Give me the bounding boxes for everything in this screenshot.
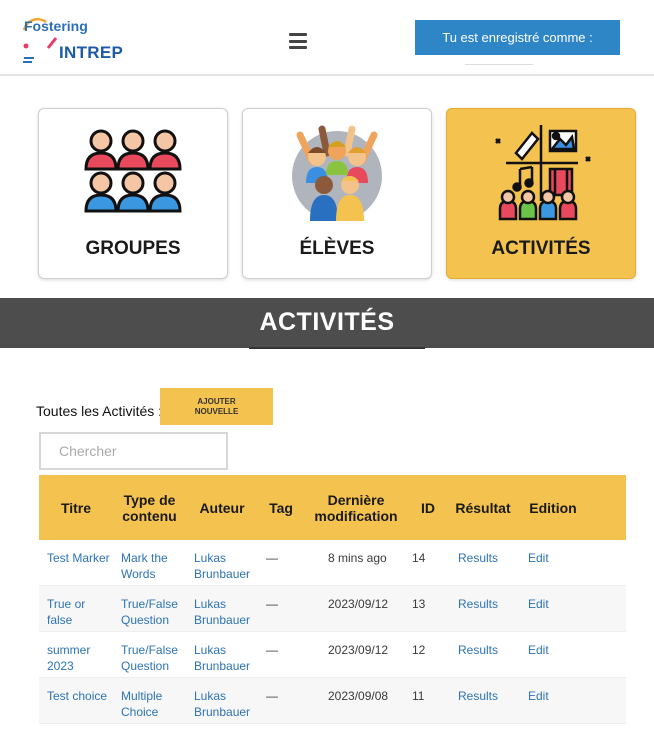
cell-titre[interactable]: summer 2023 bbox=[39, 632, 113, 677]
students-icon bbox=[292, 125, 382, 221]
edit-link[interactable]: Edit bbox=[518, 632, 588, 677]
table-row: Test choice Multiple Choice Lukas Brunba… bbox=[39, 678, 626, 724]
all-activities-label: Toutes les Activités : bbox=[36, 403, 163, 419]
cell-type[interactable]: True/False Question bbox=[113, 586, 186, 631]
card-label-eleves: ÉLÈVES bbox=[299, 238, 375, 259]
cell-auteur[interactable]: Lukas Brunbauer bbox=[186, 678, 258, 723]
section-underline bbox=[249, 347, 425, 349]
header-auteur[interactable]: Auteur bbox=[186, 475, 258, 540]
cell-tag: — bbox=[266, 551, 278, 565]
cell-titre[interactable]: Test choice bbox=[39, 678, 113, 723]
search-input[interactable] bbox=[39, 432, 228, 470]
table-header-row: Titre Type de contenu Auteur Tag Dernièr… bbox=[39, 475, 626, 540]
section-bar: ACTIVITÉS bbox=[0, 298, 654, 348]
cell-titre[interactable]: True or false bbox=[39, 586, 113, 631]
cell-tag: — bbox=[266, 597, 278, 611]
cell-type[interactable]: Multiple Choice bbox=[113, 678, 186, 723]
card-eleves[interactable]: ÉLÈVES bbox=[242, 108, 432, 279]
cell-modification: 2023/09/08 bbox=[328, 689, 389, 703]
card-label-activites: ACTIVITÉS bbox=[491, 238, 591, 259]
logo-text-fostering: Fostering bbox=[24, 18, 88, 34]
results-link[interactable]: Results bbox=[448, 540, 518, 585]
cell-auteur[interactable]: Lukas Brunbauer bbox=[186, 586, 258, 631]
header-tag[interactable]: Tag bbox=[258, 475, 304, 540]
add-new-button[interactable]: AJOUTER NOUVELLE bbox=[160, 388, 273, 425]
card-activites[interactable]: ACTIVITÉS bbox=[446, 108, 636, 279]
user-status-button[interactable]: Tu est enregistré comme : bbox=[415, 20, 620, 55]
cell-id: 11 bbox=[412, 689, 425, 703]
cell-auteur[interactable]: Lukas Brunbauer bbox=[186, 632, 258, 677]
table-row: Test Marker Mark the Words Lukas Brunbau… bbox=[39, 540, 626, 586]
cell-modification: 2023/09/12 bbox=[328, 643, 389, 657]
table-row: True or false True/False Question Lukas … bbox=[39, 586, 626, 632]
top-header: Fostering INTREP Tu est enregistré comme… bbox=[0, 0, 654, 76]
add-new-label-line1: AJOUTER bbox=[197, 397, 236, 406]
header-modification[interactable]: Dernière modification bbox=[304, 475, 408, 540]
cell-modification: 2023/09/12 bbox=[328, 597, 389, 611]
edit-link[interactable]: Edit bbox=[518, 540, 588, 585]
logo-text-intrep: INTREP bbox=[59, 43, 124, 62]
group-icon bbox=[84, 129, 182, 213]
cell-id: 14 bbox=[412, 551, 426, 565]
hamburger-menu-icon[interactable] bbox=[289, 33, 307, 49]
cell-type[interactable]: Mark the Words bbox=[113, 540, 186, 585]
results-link[interactable]: Results bbox=[448, 586, 518, 631]
cell-modification: 8 mins ago bbox=[328, 551, 387, 565]
cell-titre[interactable]: Test Marker bbox=[39, 540, 113, 585]
table-row: summer 2023 True/False Question Lukas Br… bbox=[39, 632, 626, 678]
cell-auteur[interactable]: Lukas Brunbauer bbox=[186, 540, 258, 585]
results-link[interactable]: Results bbox=[448, 678, 518, 723]
header-titre[interactable]: Titre bbox=[39, 475, 113, 540]
header-edition: Edition bbox=[529, 499, 577, 516]
user-underline bbox=[465, 64, 533, 65]
card-groupes[interactable]: GROUPES bbox=[38, 108, 228, 279]
header-id[interactable]: ID bbox=[408, 475, 448, 540]
header-type[interactable]: Type de contenu bbox=[113, 475, 186, 540]
header-resultat: Résultat bbox=[455, 499, 511, 516]
edit-link[interactable]: Edit bbox=[518, 678, 588, 723]
cell-id: 13 bbox=[412, 597, 426, 611]
add-new-label-line2: NOUVELLE bbox=[194, 407, 239, 416]
cell-type[interactable]: True/False Question bbox=[113, 632, 186, 677]
activities-table: Titre Type de contenu Auteur Tag Dernièr… bbox=[39, 475, 626, 724]
edit-link[interactable]: Edit bbox=[518, 586, 588, 631]
card-label-groupes: GROUPES bbox=[85, 238, 181, 259]
results-link[interactable]: Results bbox=[448, 632, 518, 677]
section-title: ACTIVITÉS bbox=[259, 308, 395, 336]
cell-id: 12 bbox=[412, 643, 426, 657]
cell-tag: — bbox=[266, 689, 278, 703]
cell-tag: — bbox=[266, 643, 278, 657]
activities-icon bbox=[495, 125, 591, 221]
fostering-intrep-logo[interactable]: Fostering INTREP bbox=[18, 18, 148, 68]
